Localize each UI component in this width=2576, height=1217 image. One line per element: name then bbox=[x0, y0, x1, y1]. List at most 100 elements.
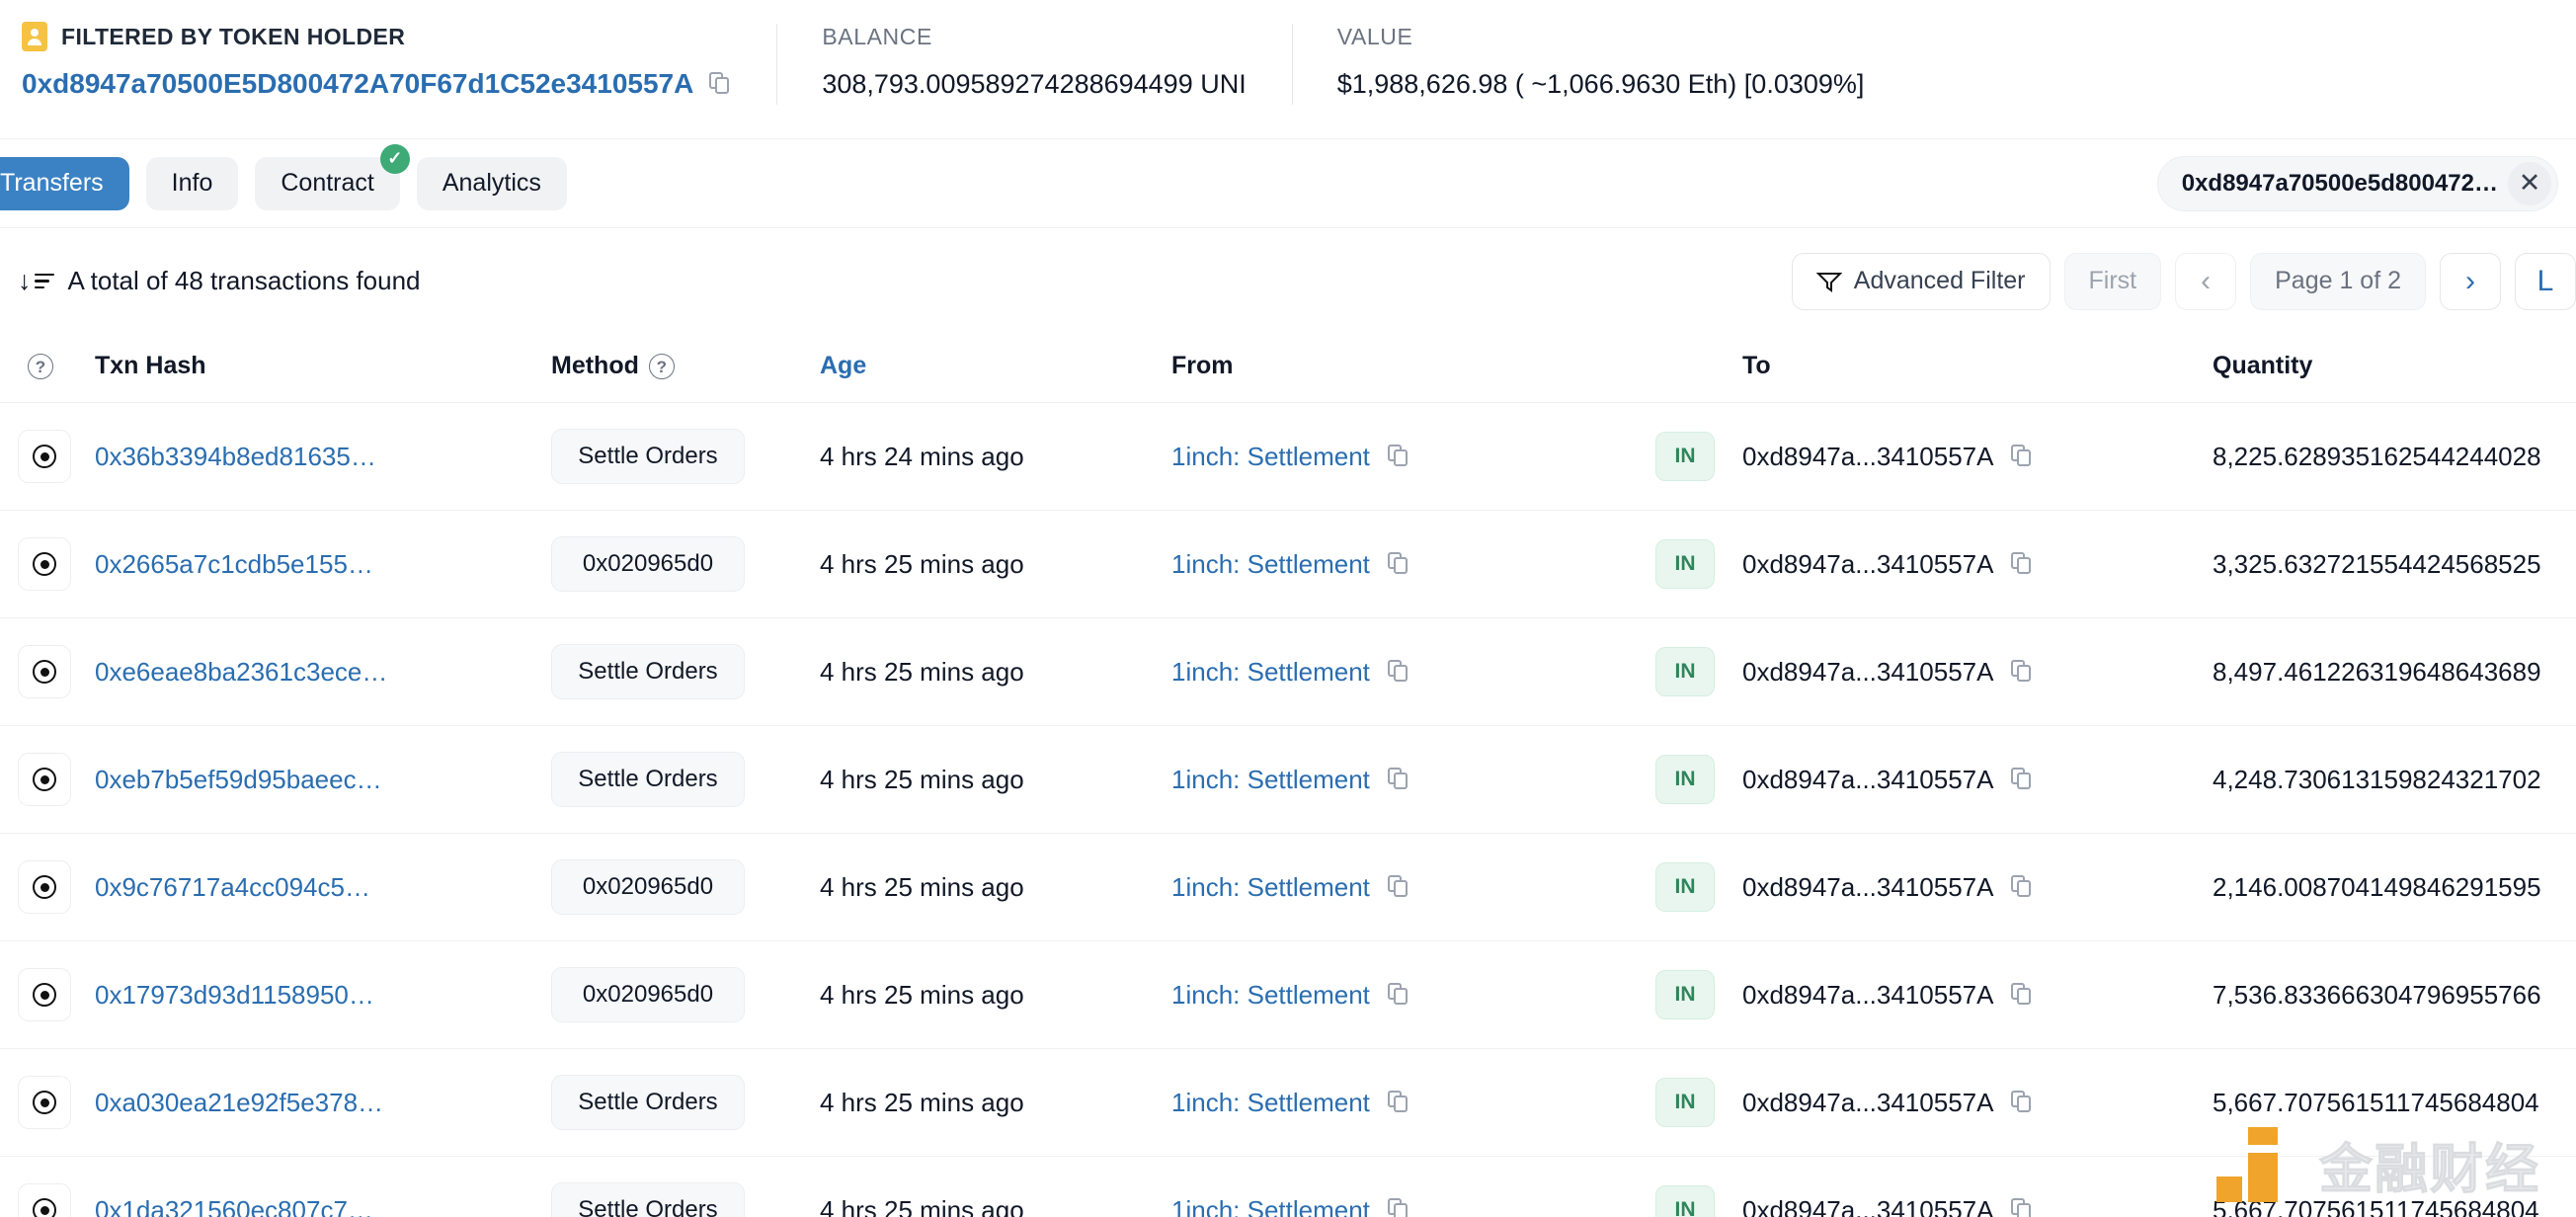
row-to-cell: 0xd8947a...3410557A bbox=[1742, 1156, 2213, 1217]
method-badge[interactable]: Settle Orders bbox=[551, 1182, 745, 1217]
copy-icon[interactable] bbox=[2011, 1198, 2033, 1217]
copy-icon[interactable] bbox=[2011, 552, 2033, 576]
row-method-cell: Settle Orders bbox=[551, 402, 820, 511]
direction-badge: IN bbox=[1655, 1078, 1715, 1127]
holder-address-row: 0xd8947a70500E5D800472A70F67d1C52e341055… bbox=[22, 67, 731, 101]
txn-hash-link[interactable]: 0xa030ea21e92f5e378… bbox=[95, 1088, 383, 1117]
sort-descending-icon[interactable]: ↓ bbox=[18, 268, 54, 295]
from-address-link[interactable]: 1inch: Settlement bbox=[1171, 442, 1370, 472]
copy-icon[interactable] bbox=[2011, 983, 2033, 1007]
tab-info[interactable]: Info bbox=[145, 156, 239, 210]
method-badge[interactable]: Settle Orders bbox=[551, 752, 745, 807]
row-quantity-cell: 8,225.628935162544244028 bbox=[2213, 402, 2576, 511]
direction-badge: IN bbox=[1655, 970, 1715, 1019]
tab-transfers[interactable]: Transfers bbox=[0, 156, 129, 210]
copy-icon[interactable] bbox=[1387, 983, 1409, 1007]
copy-icon[interactable] bbox=[709, 72, 731, 96]
method-badge[interactable]: 0x020965d0 bbox=[551, 859, 745, 915]
column-age[interactable]: Age bbox=[820, 334, 1171, 403]
copy-icon[interactable] bbox=[2011, 1091, 2033, 1114]
copy-icon[interactable] bbox=[1387, 1091, 1409, 1114]
from-address-link[interactable]: 1inch: Settlement bbox=[1171, 657, 1370, 688]
eye-icon[interactable] bbox=[18, 1076, 71, 1129]
from-address-link[interactable]: 1inch: Settlement bbox=[1171, 980, 1370, 1011]
active-filter-chip-label: 0xd8947a70500e5d800472… bbox=[2181, 169, 2498, 197]
row-to-cell: 0xd8947a...3410557A bbox=[1742, 510, 2213, 618]
row-method-cell: Settle Orders bbox=[551, 1048, 820, 1157]
txn-hash-link[interactable]: 0x17973d93d1158950… bbox=[95, 980, 374, 1010]
first-page-button[interactable]: First bbox=[2063, 252, 2162, 310]
token-summary-bar: FILTERED BY TOKEN HOLDER 0xd8947a70500E5… bbox=[0, 0, 2576, 138]
eye-icon[interactable] bbox=[18, 860, 71, 914]
table-row: 0x1da321560ec807c7… Settle Orders 4 hrs 25… bbox=[0, 1156, 2576, 1217]
txn-hash-link[interactable]: 0x36b3394b8ed81635… bbox=[95, 442, 376, 471]
eye-icon[interactable] bbox=[18, 645, 71, 698]
transactions-table: ? Txn Hash Method? Age From To Quantity … bbox=[0, 334, 2576, 1217]
help-icon[interactable]: ? bbox=[28, 354, 53, 380]
row-direction-cell: IN bbox=[1655, 833, 1742, 941]
method-badge[interactable]: Settle Orders bbox=[551, 644, 745, 699]
value-summary-cell: VALUE $1,988,626.98 ( ~1,066.9630 Eth) [… bbox=[1291, 22, 1910, 105]
txn-hash-link[interactable]: 0x9c76717a4cc094c5… bbox=[95, 872, 370, 902]
to-address-text: 0xd8947a...3410557A bbox=[1742, 764, 1994, 794]
from-address-link[interactable]: 1inch: Settlement bbox=[1171, 765, 1370, 795]
row-age-cell: 4 hrs 25 mins ago bbox=[820, 833, 1171, 941]
method-badge[interactable]: 0x020965d0 bbox=[551, 967, 745, 1022]
copy-icon[interactable] bbox=[1387, 875, 1409, 899]
prev-page-button[interactable]: ‹ bbox=[2175, 252, 2237, 310]
table-header: ? Txn Hash Method? Age From To Quantity bbox=[0, 334, 2576, 403]
holder-header: FILTERED BY TOKEN HOLDER bbox=[22, 22, 731, 51]
copy-icon[interactable] bbox=[1387, 768, 1409, 791]
table-row: 0x36b3394b8ed81635… Settle Orders 4 hrs 24… bbox=[0, 402, 2576, 511]
copy-icon[interactable] bbox=[1387, 445, 1409, 468]
from-address-link[interactable]: 1inch: Settlement bbox=[1171, 1088, 1370, 1118]
row-from-cell: 1inch: Settlement bbox=[1171, 617, 1655, 726]
tab-label: Info bbox=[171, 169, 213, 197]
eye-icon[interactable] bbox=[18, 1183, 71, 1217]
eye-icon[interactable] bbox=[18, 968, 71, 1021]
next-page-button[interactable]: › bbox=[2440, 252, 2501, 310]
active-filter-chip[interactable]: 0xd8947a70500e5d800472… ✕ bbox=[2156, 155, 2558, 211]
copy-icon[interactable] bbox=[2011, 875, 2033, 899]
to-address-text: 0xd8947a...3410557A bbox=[1742, 871, 1994, 902]
txn-hash-link[interactable]: 0x2665a7c1cdb5e155… bbox=[95, 549, 373, 579]
copy-icon[interactable] bbox=[1387, 1198, 1409, 1217]
last-page-button[interactable]: L bbox=[2515, 252, 2576, 310]
copy-icon[interactable] bbox=[1387, 660, 1409, 684]
row-method-cell: Settle Orders bbox=[551, 725, 820, 834]
method-badge[interactable]: Settle Orders bbox=[551, 1075, 745, 1130]
table-toolbar: ↓ A total of 48 transactions found Advan… bbox=[0, 227, 2576, 334]
advanced-filter-button[interactable]: Advanced Filter bbox=[1791, 252, 2051, 310]
from-address-link[interactable]: 1inch: Settlement bbox=[1171, 872, 1370, 903]
holder-address-link[interactable]: 0xd8947a70500E5D800472A70F67d1C52e341055… bbox=[22, 67, 693, 101]
eye-icon[interactable] bbox=[18, 753, 71, 806]
help-icon[interactable]: ? bbox=[648, 354, 675, 380]
holder-label: FILTERED BY TOKEN HOLDER bbox=[61, 23, 406, 49]
txn-hash-link[interactable]: 0xe6eae8ba2361c3ece… bbox=[95, 657, 387, 687]
from-address-link[interactable]: 1inch: Settlement bbox=[1171, 1195, 1370, 1217]
copy-icon[interactable] bbox=[2011, 660, 2033, 684]
row-age-cell: 4 hrs 25 mins ago bbox=[820, 940, 1171, 1049]
eye-icon[interactable] bbox=[18, 537, 71, 591]
tab-analytics[interactable]: Analytics bbox=[416, 156, 567, 210]
from-address-link[interactable]: 1inch: Settlement bbox=[1171, 549, 1370, 580]
copy-icon[interactable] bbox=[2011, 768, 2033, 791]
total-transactions-text: A total of 48 transactions found bbox=[67, 266, 421, 295]
row-preview-cell bbox=[0, 1156, 95, 1217]
method-badge[interactable]: 0x020965d0 bbox=[551, 536, 745, 592]
direction-badge: IN bbox=[1655, 862, 1715, 912]
row-method-cell: 0x020965d0 bbox=[551, 510, 820, 618]
row-direction-cell: IN bbox=[1655, 1156, 1742, 1217]
direction-badge: IN bbox=[1655, 539, 1715, 589]
copy-icon[interactable] bbox=[1387, 552, 1409, 576]
tab-contract[interactable]: Contract ✓ bbox=[255, 143, 410, 210]
eye-icon[interactable] bbox=[18, 430, 71, 483]
txn-hash-link[interactable]: 0xeb7b5ef59d95baeec… bbox=[95, 765, 382, 794]
row-method-cell: Settle Orders bbox=[551, 1156, 820, 1217]
copy-icon[interactable] bbox=[2011, 445, 2033, 468]
method-badge[interactable]: Settle Orders bbox=[551, 429, 745, 484]
table-row: 0xe6eae8ba2361c3ece… Settle Orders 4 hrs 2… bbox=[0, 617, 2576, 726]
close-icon[interactable]: ✕ bbox=[2508, 161, 2551, 205]
row-preview-cell bbox=[0, 833, 95, 941]
txn-hash-link[interactable]: 0x1da321560ec807c7… bbox=[95, 1195, 373, 1217]
